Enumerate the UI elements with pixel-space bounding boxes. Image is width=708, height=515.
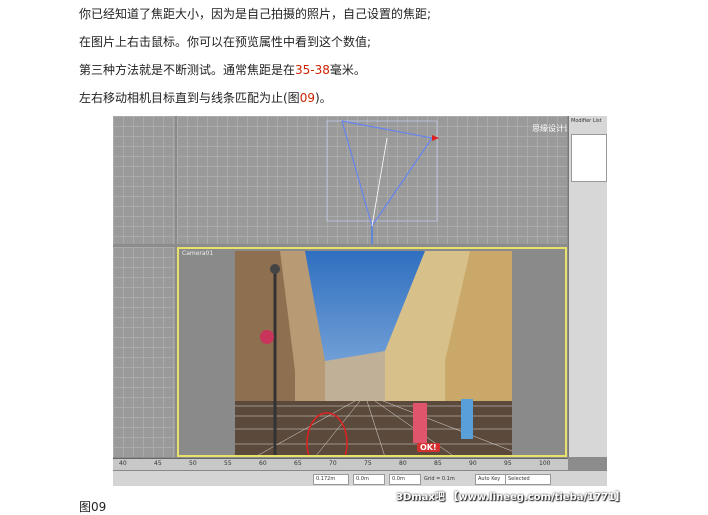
timeline-tick: 60 — [259, 460, 267, 467]
street-scene — [235, 251, 512, 455]
status-bar: 0.172m 0.0m 0.0m Grid = 0.1m Auto Key Se… — [113, 470, 607, 486]
timeline-tick: 90 — [469, 460, 477, 467]
camera-gizmo — [326, 120, 439, 244]
grid-label: Grid = 0.1m — [421, 474, 461, 485]
timeline-tick: 75 — [364, 460, 372, 467]
viewport-top: 思缘设计论坛 www.MISSYUAN.COM — [177, 116, 567, 244]
timeline-ruler[interactable]: 40 45 50 55 60 65 70 75 80 85 90 95 100 — [113, 458, 568, 470]
paragraph-2: 在图片上右击鼠标。你可以在预览属性中看到这个数值; — [79, 34, 371, 50]
z-field[interactable]: 0.0m — [389, 474, 421, 485]
timeline-tick: 40 — [119, 460, 127, 467]
timeline-tick: 70 — [329, 460, 337, 467]
modifier-stack[interactable] — [571, 134, 607, 182]
figure-caption: 图09 — [79, 500, 107, 514]
max-screenshot: 思缘设计论坛 www.MISSYUAN.COM Camera01 — [113, 116, 607, 486]
timeline-tick: 80 — [399, 460, 407, 467]
viewport-label: Camera01 — [182, 250, 214, 257]
paragraph-text: )。 — [314, 91, 332, 105]
timeline-tick: 65 — [294, 460, 302, 467]
paragraph-text: 你已经知道了焦距大小，因为是自己拍摄的照片，自己设置的焦距; — [79, 7, 432, 21]
y-field[interactable]: 0.0m — [353, 474, 385, 485]
viewport-top-left — [113, 116, 175, 244]
auto-key-button[interactable]: Auto Key — [475, 474, 507, 485]
watermark: 思缘设计论坛 www.MISSYUAN.COM — [532, 124, 567, 133]
street-photo — [235, 251, 512, 455]
selected-dropdown[interactable]: Selected — [505, 474, 551, 485]
viewport-left — [113, 247, 175, 457]
x-field[interactable]: 0.172m — [313, 474, 349, 485]
ok-annotation: OK! — [417, 443, 440, 452]
paragraph-text: 毫米。 — [329, 63, 366, 77]
paragraph-3: 第三种方法就是不断测试。通常焦距是在35-38毫米。 — [79, 62, 366, 78]
paragraph-text: 在图片上右击鼠标。你可以在预览属性中看到这个数值; — [79, 35, 372, 49]
paragraph-4: 左右移动相机目标直到与线条匹配为止(图09)。 — [79, 90, 332, 106]
viewport-camera[interactable]: Camera01 OK! — [177, 247, 567, 457]
timeline-tick: 100 — [539, 460, 551, 467]
panel-title: Modifier List — [571, 118, 602, 124]
timeline-tick: 55 — [224, 460, 232, 467]
command-panel: Modifier List — [568, 116, 607, 457]
timeline-tick: 85 — [434, 460, 442, 467]
highlight-value: 09 — [299, 91, 315, 105]
paragraph-text: 第三种方法就是不断测试。通常焦距是在 — [79, 63, 296, 77]
timeline-tick: 50 — [189, 460, 197, 467]
paragraph-text: 左右移动相机目标直到与线条匹配为止(图 — [79, 91, 300, 105]
paragraph-1: 你已经知道了焦距大小，因为是自己拍摄的照片，自己设置的焦距; — [79, 6, 431, 22]
timeline-tick: 95 — [504, 460, 512, 467]
timeline-tick: 45 — [154, 460, 162, 467]
footer-watermark: 3Dmax吧 【www.lineeg.com/tieba/1771】 — [396, 492, 625, 503]
highlight-value: 35-38 — [295, 63, 330, 77]
